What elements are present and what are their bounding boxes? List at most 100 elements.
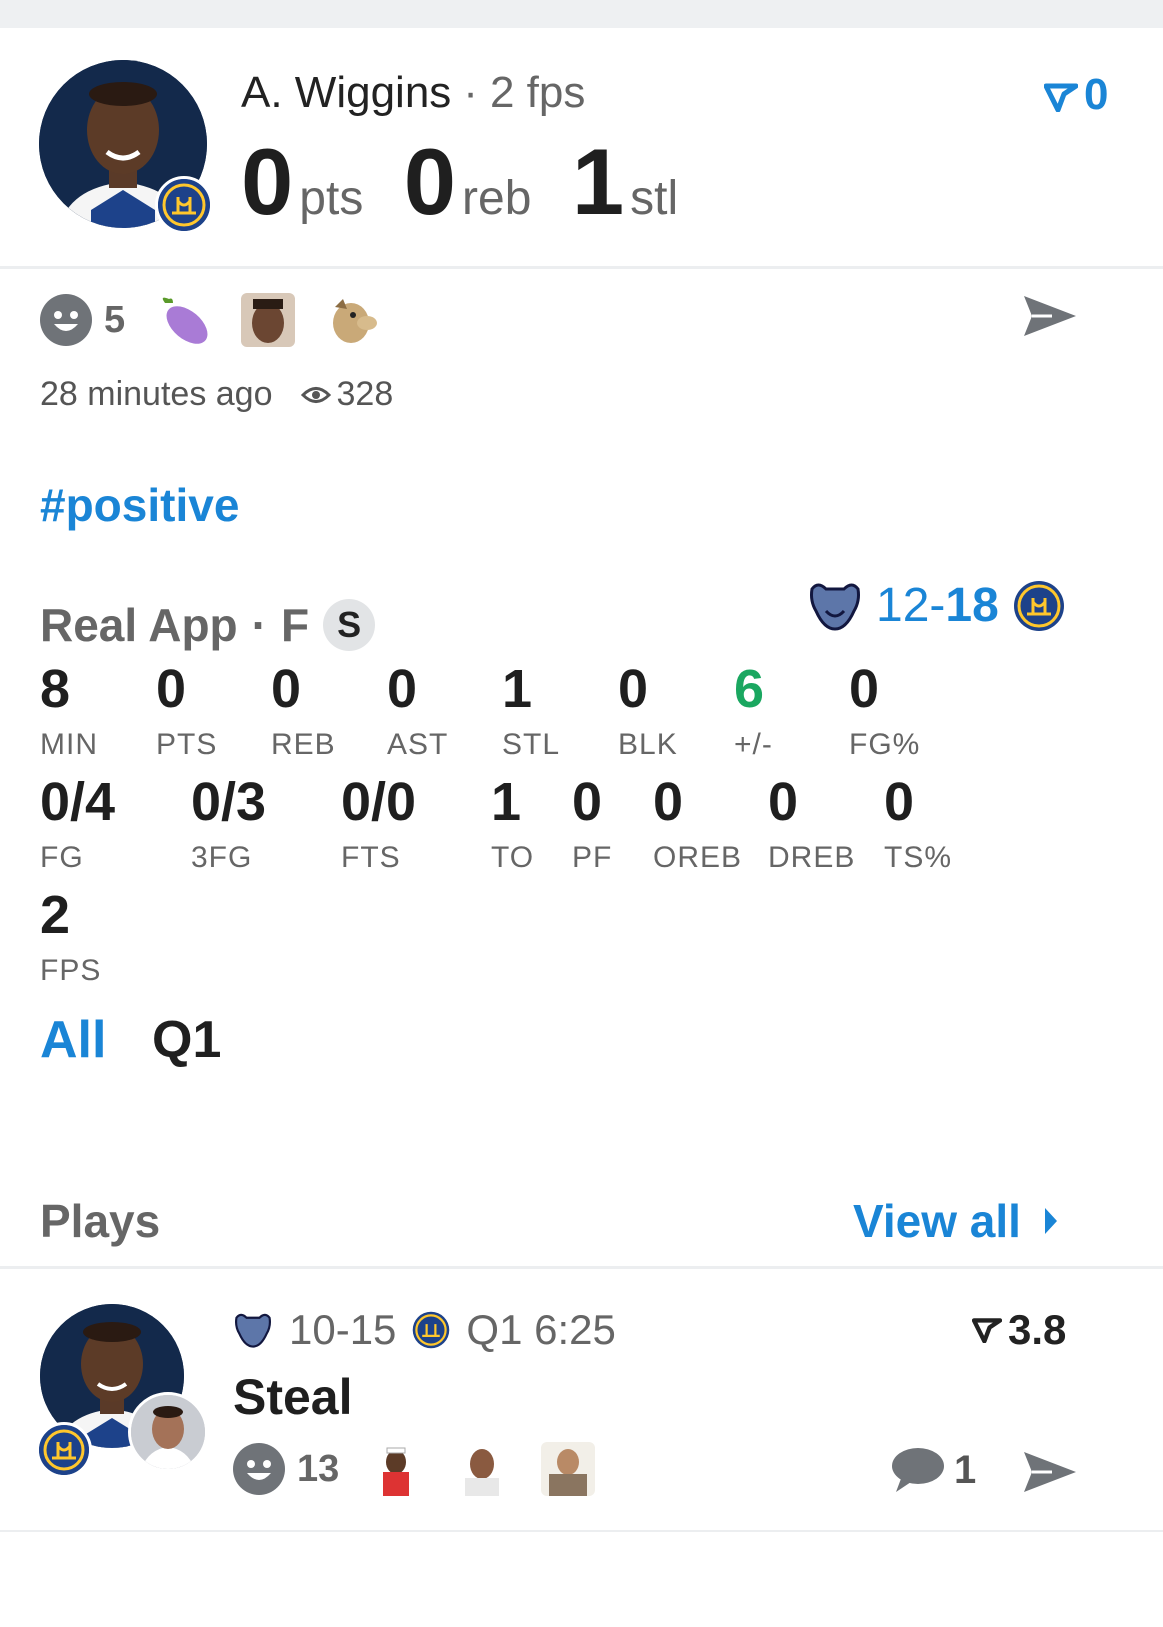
stat-fts: 0/0 FTS <box>341 775 416 875</box>
stat-value: 6 <box>734 659 765 719</box>
smiley-reaction-icon[interactable] <box>233 1443 285 1495</box>
stat-ts-pct: 0 TS% <box>884 775 952 875</box>
stat-label: AST <box>387 728 449 761</box>
dog-reaction-icon[interactable] <box>327 293 381 347</box>
vote-arrow-icon <box>972 1318 1002 1343</box>
post-meta: 28 minutes ago 328 <box>40 375 393 414</box>
fps-label: 2 fps <box>489 68 586 117</box>
game-score-text: 12-18 <box>876 578 999 633</box>
stat-value: 0 <box>572 772 603 832</box>
play-warriors-badge <box>36 1422 92 1478</box>
name-separator: · <box>463 68 478 117</box>
views-value: 328 <box>336 375 394 413</box>
plays-title: Plays <box>40 1195 161 1247</box>
stat-label: OREB <box>653 841 743 874</box>
stat-label: REB <box>271 728 336 761</box>
view-all-link[interactable]: View all <box>853 1194 1059 1248</box>
stat-plus-minus: 6 +/- <box>734 662 773 762</box>
comments-button[interactable]: 1 <box>888 1446 976 1494</box>
man-face-reaction-icon[interactable] <box>455 1442 510 1496</box>
play-share-send-icon[interactable] <box>1022 1448 1078 1496</box>
view-count: 328 <box>300 375 394 414</box>
stat-label: BLK <box>618 728 678 761</box>
smiley-reaction-icon[interactable] <box>40 294 92 346</box>
stat-fps: 2 FPS <box>40 888 101 988</box>
stat-value: 1 <box>571 129 625 234</box>
game-score[interactable]: 12-18 <box>808 578 1065 633</box>
stat-label: PTS <box>156 728 218 761</box>
stat-value: 1 <box>491 772 522 832</box>
tab-all[interactable]: All <box>40 1010 106 1070</box>
stat-value: 1 <box>502 659 533 719</box>
top-status-strip <box>0 0 1163 28</box>
vote-button[interactable]: 0 <box>1043 70 1108 120</box>
player-face-reaction-icon[interactable] <box>241 293 296 347</box>
score-away: 18 <box>945 579 999 632</box>
stat-label: TO <box>491 841 535 874</box>
stat-label: FPS <box>40 954 102 987</box>
stat-label: FG% <box>849 728 921 761</box>
stat-unit: reb <box>462 172 532 225</box>
stat-label: STL <box>502 728 561 761</box>
headline-stat-pts: 0 pts <box>241 128 363 236</box>
stat-3fg: 0/3 3FG <box>191 775 266 875</box>
stat-dreb: 0 DREB <box>768 775 855 875</box>
stat-value: 0/4 <box>40 772 116 832</box>
stat-value: 0/0 <box>341 772 417 832</box>
stat-label: TS% <box>884 841 953 874</box>
card-bottom-divider <box>0 1530 1163 1532</box>
score-home: 12 <box>876 579 930 632</box>
opponent-player-avatar <box>128 1392 208 1472</box>
play-reaction-row: 13 <box>233 1442 627 1496</box>
hashtag-link[interactable]: #positive <box>40 478 239 532</box>
score-dash: - <box>929 579 946 632</box>
stat-fg: 0/4 FG <box>40 775 115 875</box>
play-reaction-count: 13 <box>297 1447 340 1490</box>
eggplant-emoji-icon[interactable] <box>155 293 209 347</box>
play-avatar-group[interactable] <box>36 1304 211 1484</box>
stat-pf: 0 PF <box>572 775 612 875</box>
comment-count: 1 <box>954 1447 977 1492</box>
stat-source-line: Real App · F S <box>40 598 376 652</box>
play-meta: 10-15 Q1 6:25 <box>233 1306 632 1354</box>
stat-fg-pct: 0 FG% <box>849 662 920 762</box>
warriors-logo-icon <box>1013 580 1064 631</box>
stat-label: DREB <box>768 841 856 874</box>
stat-pts: 0 PTS <box>156 662 217 762</box>
header-divider <box>0 266 1163 269</box>
play-title[interactable]: Steal <box>233 1368 353 1426</box>
share-send-icon[interactable] <box>1022 292 1078 340</box>
stat-value: 0 <box>849 659 880 719</box>
play-vote-button[interactable]: 3.8 <box>972 1306 1066 1354</box>
position-label: F <box>280 599 310 651</box>
stat-reb: 0 REB <box>271 662 336 762</box>
player-name-line[interactable]: A. Wiggins · 2 fps <box>241 68 585 118</box>
stat-min: 8 MIN <box>40 662 98 762</box>
tab-q1[interactable]: Q1 <box>152 1010 221 1070</box>
headline-stat-stl: 1 stl <box>572 128 678 236</box>
person-reaction-icon[interactable] <box>541 1442 596 1496</box>
stat-label: FTS <box>341 841 401 874</box>
stat-value: 0 <box>618 659 649 719</box>
stat-value: 2 <box>40 885 71 945</box>
plays-divider <box>0 1266 1163 1269</box>
stat-value: 0 <box>271 659 302 719</box>
play-clock: Q1 6:25 <box>466 1306 616 1353</box>
stat-value: 8 <box>40 659 71 719</box>
stat-label: FG <box>40 841 84 874</box>
stat-oreb: 0 OREB <box>653 775 742 875</box>
source-name: Real App <box>40 599 238 651</box>
grizzlies-logo-icon <box>810 583 860 631</box>
play-vote-value: 3.8 <box>1008 1306 1067 1353</box>
stat-value: 0 <box>241 129 294 234</box>
player-name[interactable]: A. Wiggins <box>241 68 451 117</box>
stat-value: 0 <box>653 772 684 832</box>
eye-icon <box>300 386 331 403</box>
player-avatar-group[interactable] <box>39 60 214 235</box>
player-celebration-reaction-icon[interactable] <box>369 1442 424 1496</box>
stat-blk: 0 BLK <box>618 662 678 762</box>
stat-label: 3FG <box>191 841 253 874</box>
stat-value: 0 <box>884 772 915 832</box>
stat-value: 0/3 <box>191 772 267 832</box>
stat-ast: 0 AST <box>387 662 448 762</box>
